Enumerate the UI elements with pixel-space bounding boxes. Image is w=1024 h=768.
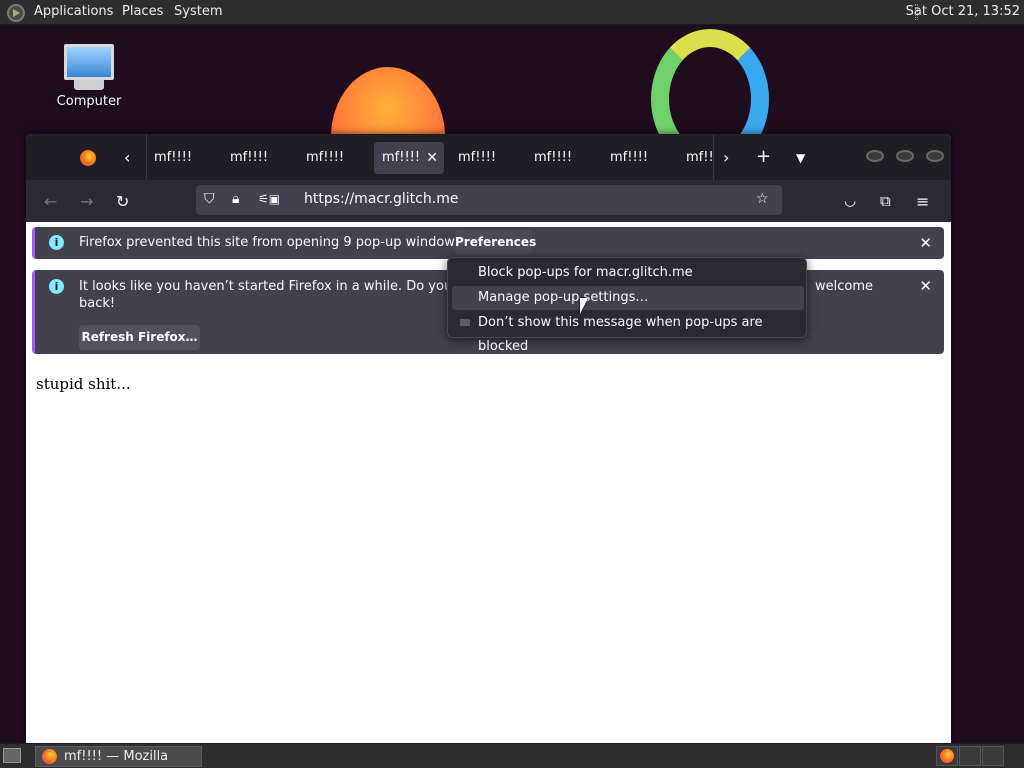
popup-blocked-notification: i Firefox prevented this site from openi… <box>32 227 944 259</box>
refresh-text: It looks like you haven’t started Firefo… <box>79 279 498 294</box>
menu-system[interactable]: System <box>174 4 222 19</box>
tab-scroll-right-icon[interactable]: › <box>723 148 729 167</box>
menu-item-dont-show-message[interactable]: Don’t show this message when pop-ups are… <box>452 311 804 354</box>
tab-title: mf!!!! <box>230 150 269 165</box>
back-icon[interactable]: ← <box>44 192 57 211</box>
distro-logo-icon[interactable] <box>7 4 25 22</box>
tab-title: mf!!!! <box>382 150 421 165</box>
tab[interactable]: mf!!!! <box>298 142 370 174</box>
tab-title: mf!!!! <box>610 150 649 165</box>
clock[interactable]: Sat Oct 21, 13:52 <box>906 4 1020 19</box>
tab[interactable]: mf!!! <box>678 142 714 174</box>
permissions-icon[interactable]: ⚟▣ <box>258 192 280 206</box>
preferences-button[interactable]: Preferences <box>455 230 536 255</box>
taskbar-item-label: mf!!!! — Mozilla Fire… <box>64 749 169 764</box>
firefox-window: ‹ mf!!!! mf!!!! mf!!!! mf!!!! ✕ mf!!!! mf… <box>26 134 951 746</box>
maximize-icon[interactable] <box>896 150 914 162</box>
lock-icon[interactable]: 🔒︎ <box>232 191 239 207</box>
list-all-tabs-icon[interactable]: ▼ <box>796 151 805 165</box>
tab-title: mf!!!! <box>306 150 345 165</box>
close-notification-icon[interactable]: ✕ <box>919 277 932 295</box>
minimize-icon[interactable] <box>866 150 884 162</box>
tab-title: mf!!! <box>686 150 714 165</box>
menu-item-block-popups[interactable]: Block pop-ups for macr.glitch.me <box>452 261 804 285</box>
pocket-icon[interactable]: ◡ <box>844 193 856 209</box>
bottom-panel: mf!!!! — Mozilla Fire… <box>0 743 1024 768</box>
popup-blocked-text: Firefox prevented this site from opening… <box>79 235 466 250</box>
desktop-icon-computer[interactable]: Computer <box>56 44 122 109</box>
computer-icon <box>64 44 114 80</box>
reload-icon[interactable]: ↻ <box>116 192 129 211</box>
bookmark-star-icon[interactable]: ☆ <box>756 191 769 207</box>
popup-preferences-menu: Block pop-ups for macr.glitch.me Manage … <box>447 257 807 354</box>
show-desktop-icon[interactable] <box>3 748 21 763</box>
refresh-text-end: welcome <box>815 279 874 294</box>
taskbar-item-firefox[interactable]: mf!!!! — Mozilla Fire… <box>35 746 202 767</box>
hamburger-menu-icon[interactable]: ≡ <box>916 192 929 211</box>
tab-scroll-left-icon[interactable]: ‹ <box>124 148 130 167</box>
close-window-icon[interactable] <box>926 150 944 162</box>
tab-divider <box>713 134 714 180</box>
nav-bar: ← → ↻ ⛉ 🔒︎ ⚟▣ https://macr.glitch.me ☆ ◡… <box>26 180 951 222</box>
tab[interactable]: mf!!!! <box>450 142 522 174</box>
tab-bar: ‹ mf!!!! mf!!!! mf!!!! mf!!!! ✕ mf!!!! mf… <box>26 134 951 180</box>
tab-close-icon[interactable]: ✕ <box>426 142 438 174</box>
extensions-icon[interactable]: ⧉ <box>880 192 891 210</box>
menu-places[interactable]: Places <box>122 4 163 19</box>
firefox-icon <box>42 749 57 764</box>
refresh-firefox-button[interactable]: Refresh Firefox… <box>79 325 200 350</box>
firefox-icon[interactable] <box>80 150 96 166</box>
tab[interactable]: mf!!!! <box>146 142 218 174</box>
tab[interactable]: mf!!!! <box>222 142 294 174</box>
mouse-cursor-icon <box>580 298 588 314</box>
menu-item-manage-popup-settings[interactable]: Manage pop-up settings… <box>452 286 804 310</box>
close-notification-icon[interactable]: ✕ <box>919 234 932 252</box>
tracking-protection-icon[interactable]: ⛉ <box>204 191 215 207</box>
desktop-icon-label: Computer <box>56 94 122 109</box>
tab-title: mf!!!! <box>458 150 497 165</box>
tab[interactable]: mf!!!! <box>526 142 598 174</box>
computer-stand <box>74 80 104 90</box>
workspace-1[interactable] <box>936 746 958 766</box>
tab-active[interactable]: mf!!!! ✕ <box>374 142 444 174</box>
url-bar[interactable]: ⛉ 🔒︎ ⚟▣ https://macr.glitch.me ☆ <box>196 185 782 215</box>
refresh-text-line2: back! <box>79 296 116 311</box>
page-content: stupid shit... <box>26 361 951 746</box>
top-panel: Applications Places System Sat Oct 21, 1… <box>0 0 1024 25</box>
menu-applications[interactable]: Applications <box>34 4 113 19</box>
info-icon: i <box>49 235 64 250</box>
checkbox-icon[interactable] <box>460 319 470 326</box>
firefox-icon <box>940 749 954 763</box>
workspace-2[interactable] <box>959 746 981 766</box>
workspace-3[interactable] <box>982 746 1004 766</box>
tab[interactable]: mf!!!! <box>602 142 674 174</box>
page-text: stupid shit... <box>36 375 131 393</box>
tab-title: mf!!!! <box>534 150 573 165</box>
url-text[interactable]: https://macr.glitch.me <box>304 191 458 207</box>
tab-title: mf!!!! <box>154 150 193 165</box>
info-icon: i <box>49 279 64 294</box>
forward-icon[interactable]: → <box>80 192 93 211</box>
new-tab-icon[interactable]: + <box>756 146 771 167</box>
